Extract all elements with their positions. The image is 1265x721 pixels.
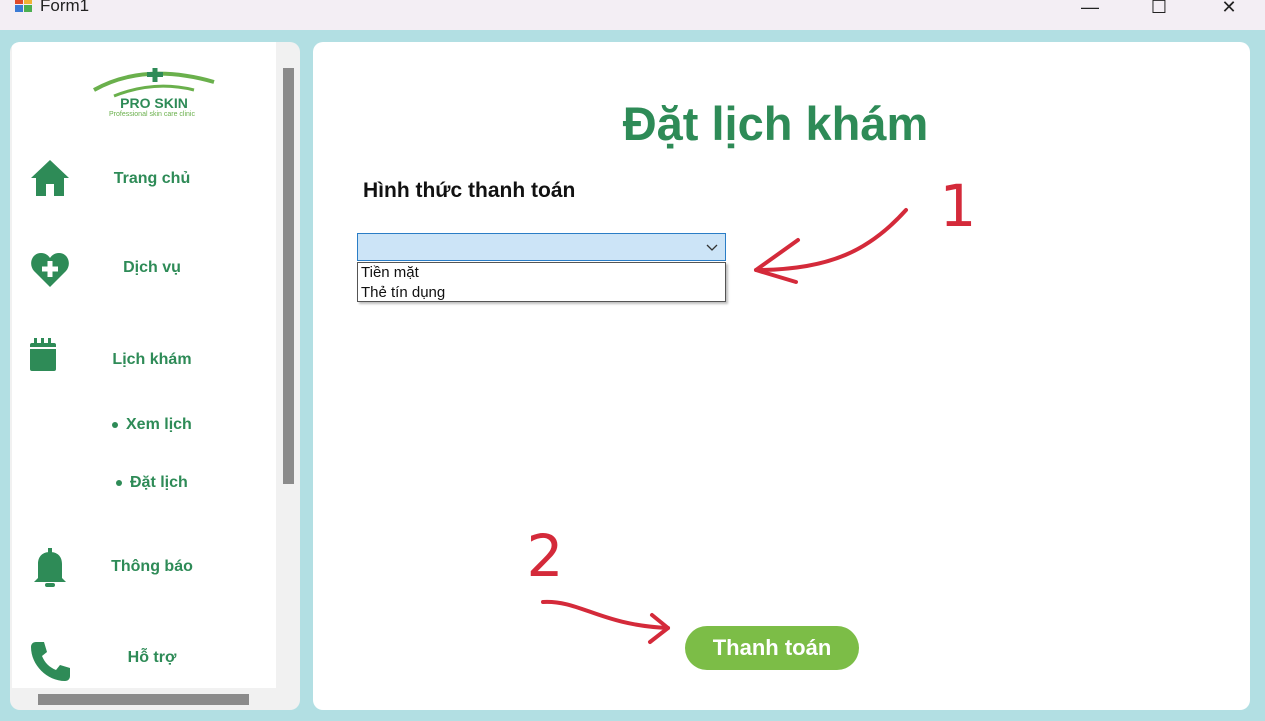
- sidebar-item-lich-kham[interactable]: Lịch khám: [12, 335, 276, 385]
- sidebar-item-label: Thông báo: [111, 558, 193, 575]
- payment-method-dropdown: Tiền mặt Thẻ tín dụng: [357, 262, 726, 302]
- payment-option-cash[interactable]: Tiền mặt: [358, 263, 725, 283]
- bullet-icon: [112, 421, 118, 428]
- payment-option-credit-card[interactable]: Thẻ tín dụng: [358, 283, 725, 303]
- sidebar-vertical-scrollbar[interactable]: [283, 68, 294, 484]
- phone-icon: [31, 642, 70, 681]
- sidebar-horizontal-scrollbar[interactable]: [38, 694, 249, 705]
- bullet-icon: [116, 479, 122, 486]
- sidebar-item-label: Lịch khám: [112, 351, 192, 368]
- payment-method-combobox[interactable]: [357, 233, 726, 261]
- sidebar-subitem-xem-lich[interactable]: Xem lịch: [112, 416, 192, 434]
- sidebar-subitem-label: Xem lịch: [126, 416, 192, 433]
- page-title: Đặt lịch khám: [622, 97, 929, 150]
- calendar-icon: [30, 338, 56, 371]
- sidebar-item-ho-tro[interactable]: Hỗ trợ: [12, 633, 276, 683]
- chevron-down-icon: [706, 244, 718, 251]
- sidebar-subitem-label: Đặt lịch: [130, 474, 188, 491]
- minimize-button[interactable]: —: [1067, 0, 1113, 22]
- sidebar-item-trang-chu[interactable]: Trang chủ: [12, 154, 276, 204]
- logo-brand-text: PRO SKIN: [120, 95, 188, 111]
- home-icon: [31, 160, 69, 196]
- sidebar-item-dich-vu[interactable]: Dịch vụ: [12, 243, 276, 293]
- pro-skin-logo: PRO SKIN Professional skin care clinic: [93, 68, 215, 118]
- maximize-button[interactable]: ☐: [1136, 0, 1182, 22]
- sidebar-item-label: Trang chủ: [113, 170, 191, 187]
- sidebar-item-label: Dịch vụ: [123, 259, 181, 276]
- pay-button[interactable]: Thanh toán: [685, 626, 859, 670]
- sidebar-item-label: Hỗ trợ: [127, 649, 177, 666]
- sidebar: PRO SKIN Professional skin care clinic T…: [10, 42, 300, 710]
- sidebar-content: PRO SKIN Professional skin care clinic T…: [12, 42, 276, 688]
- sidebar-item-thong-bao[interactable]: Thông báo: [12, 542, 276, 592]
- payment-method-label: Hình thức thanh toán: [363, 179, 576, 202]
- window-titlebar: Form1 — ☐ ✕: [0, 0, 1265, 30]
- main-panel: Đặt lịch khám Hình thức thanh toán Tiền …: [313, 42, 1250, 710]
- window-title: Form1: [40, 0, 90, 15]
- logo-tagline: Professional skin care clinic: [109, 111, 195, 118]
- sidebar-subitem-dat-lich[interactable]: Đặt lịch: [116, 474, 188, 492]
- close-button[interactable]: ✕: [1206, 0, 1252, 22]
- app-icon: [15, 0, 32, 12]
- bell-icon: [34, 548, 66, 587]
- heart-plus-icon: [31, 253, 69, 287]
